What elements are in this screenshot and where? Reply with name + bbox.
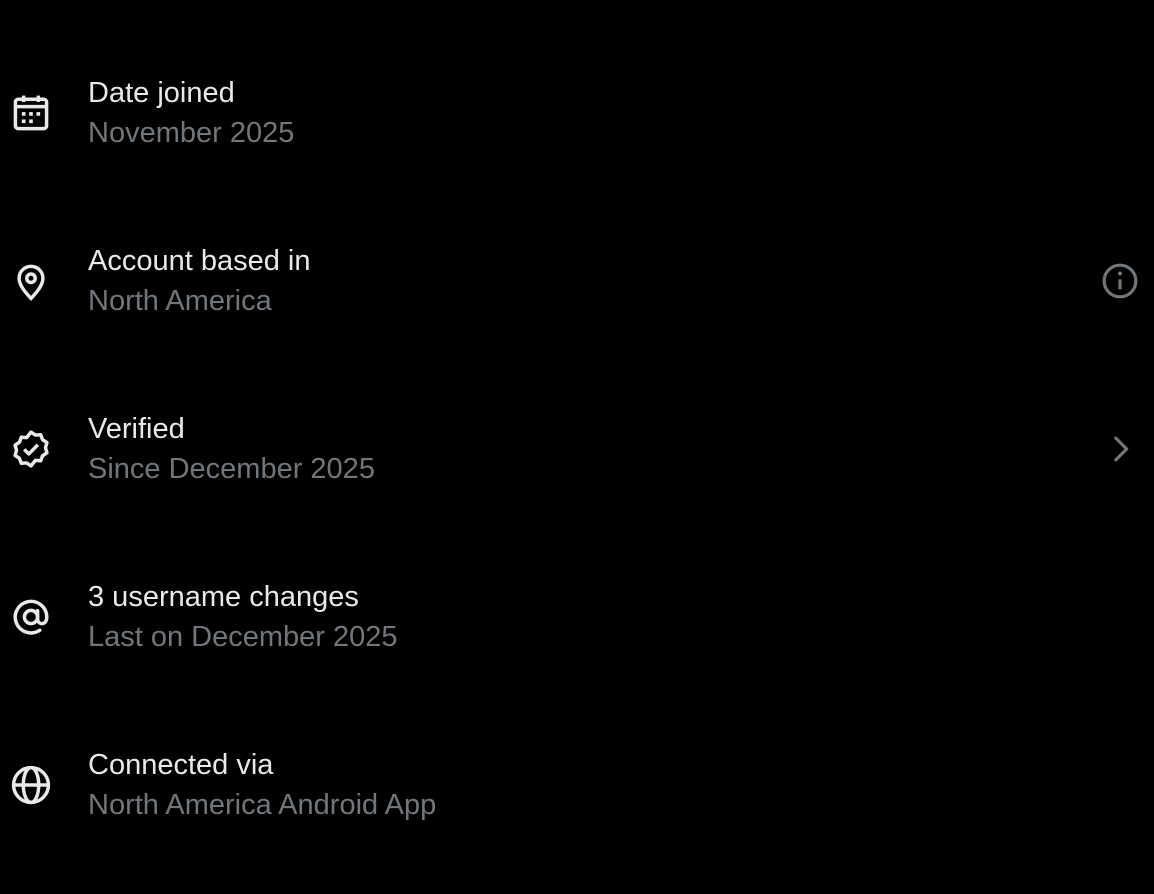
about-row-account-based-in: Account based in North America	[0, 198, 1154, 366]
row-title: Connected via	[88, 749, 274, 781]
row-title: Date joined	[88, 77, 235, 109]
row-title: Verified	[88, 413, 185, 445]
about-row-verified[interactable]: Verified Since December 2025	[0, 366, 1154, 534]
location-pin-icon	[9, 259, 53, 303]
row-subtitle: North America	[88, 285, 272, 317]
calendar-icon	[9, 91, 53, 135]
about-row-connected-via: Connected via North America Android App	[0, 702, 1154, 870]
about-row-date-joined: Date joined November 2025	[0, 30, 1154, 198]
row-subtitle: Since December 2025	[88, 453, 375, 485]
info-icon[interactable]	[1100, 261, 1140, 301]
about-row-username-changes: 3 username changes Last on December 2025	[0, 534, 1154, 702]
row-subtitle: November 2025	[88, 117, 295, 149]
row-subtitle: Last on December 2025	[88, 621, 398, 653]
row-title: 3 username changes	[88, 581, 359, 613]
row-title: Account based in	[88, 245, 311, 277]
globe-icon	[9, 763, 53, 807]
chevron-right-icon[interactable]	[1100, 429, 1140, 469]
at-sign-icon	[9, 595, 53, 639]
verified-badge-icon	[9, 427, 53, 471]
row-subtitle: North America Android App	[88, 789, 437, 821]
